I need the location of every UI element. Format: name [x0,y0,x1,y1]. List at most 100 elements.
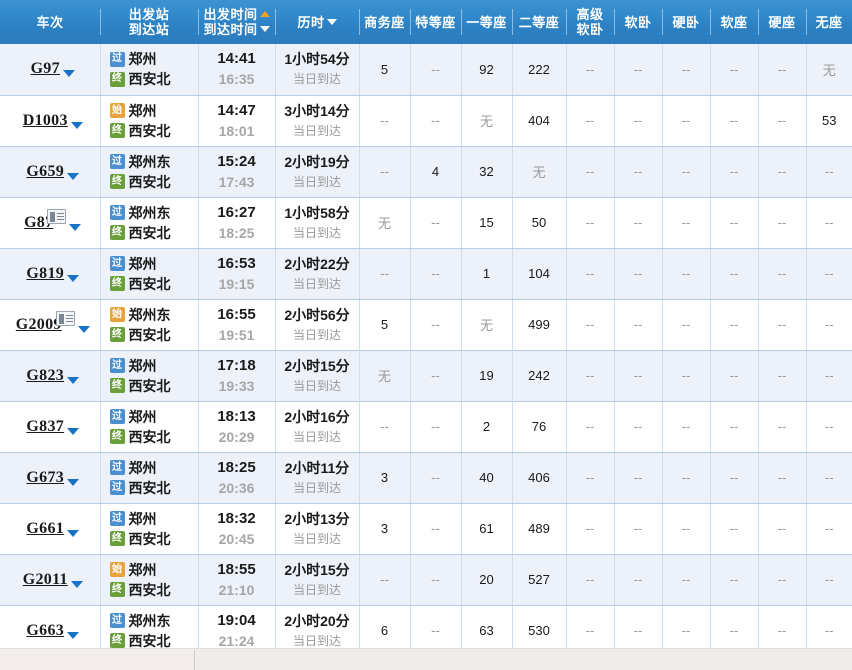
expand-caret-icon[interactable] [77,325,90,333]
table-row[interactable]: G823 过郑州终西安北 17:18 19:33 2小时15分 当日到达无 -- 19 242-… [0,350,852,402]
table-row[interactable]: G2011 始郑州终西安北 18:55 21:10 2小时15分 当日到达 -- -- 20 52… [0,554,852,606]
cell-special-seat: -- [410,44,462,96]
train-no-link[interactable]: D1003 [23,112,68,130]
cell-senior-soft-sleeper: -- [566,554,615,606]
cell-soft-seat: -- [710,299,759,351]
expand-caret-icon[interactable] [67,376,80,384]
sort-duration-icon[interactable] [326,18,337,25]
cell-second-class-seat: 104 [512,248,567,300]
arrival-day-note: 当日到达 [292,429,341,444]
sort-descending-icon[interactable] [259,26,270,32]
sort-ascending-icon[interactable] [259,11,270,17]
expand-caret-icon[interactable] [67,172,80,180]
table-row[interactable]: G87 过郑州东终西安北 16:27 18:25 1小时58分 当日到达无 -- 15 50 --… [0,197,852,249]
expand-caret-icon[interactable] [70,580,83,588]
depart-station-name: 郑州东 [128,153,171,170]
cell-hard-sleeper: -- [662,401,711,453]
cell-hard-seat: -- [758,452,807,504]
table-row[interactable]: G2009 始郑州东终西安北 16:55 19:51 2小时56分 当日到达 5 -- 无 499… [0,299,852,351]
cell-second-class-seat: 499 [512,299,567,351]
arrive-time: 20:29 [218,428,255,445]
station-line-arrive: 终西安北 [109,172,198,192]
cell-hard-seat: -- [758,44,807,96]
expand-caret-icon[interactable] [62,70,75,78]
col-header-hard-seat: 硬座 [758,0,806,44]
station-line-depart: 始郑州 [109,101,198,121]
expand-caret-icon[interactable] [67,274,80,282]
station-line-depart: 过郑州 [109,254,198,274]
cell-soft-seat: -- [710,452,759,504]
col-header-train-no[interactable]: 车次 [0,0,100,44]
cell-train-no: G661 [0,503,101,555]
duration-value: 1小时58分 [284,204,350,221]
train-no-link[interactable]: G819 [26,265,64,283]
col-header-times[interactable]: 出发时间 到达时间 [198,0,275,44]
train-no-link[interactable]: G661 [26,520,64,538]
station-line-arrive: 过西安北 [109,478,198,498]
cell-train-no: G663 [0,605,101,648]
cell-business-seat: -- [359,146,411,198]
train-no-link[interactable]: G673 [26,469,64,487]
expand-caret-icon[interactable] [67,631,80,639]
cell-senior-soft-sleeper: -- [566,401,615,453]
col-label-duration: 历时 [297,14,325,30]
table-row[interactable]: G97 过郑州终西安北 14:41 16:35 1小时54分 当日到达 5 -- 92 222 --… [0,44,852,96]
cell-business-seat: 无 [359,197,411,249]
cell-soft-sleeper: -- [614,44,663,96]
horizontal-scrollbar[interactable] [0,648,852,670]
cell-first-class-seat: 63 [461,605,513,648]
train-no-link[interactable]: G823 [26,367,64,385]
depart-time: 18:32 [217,509,256,527]
depart-time: 18:13 [217,407,256,425]
expand-caret-icon[interactable] [67,529,80,537]
arrive-time: 21:10 [218,581,255,598]
cell-no-seat: -- [806,452,852,504]
train-no-link[interactable]: G659 [26,163,64,181]
expand-caret-icon[interactable] [67,478,80,486]
depart-time: 18:55 [217,560,256,578]
cell-duration: 2小时15分 当日到达 [275,554,360,606]
col-label-arrive-time[interactable]: 到达时间 [203,22,270,37]
station-line-depart: 始郑州东 [109,305,198,325]
expand-caret-icon[interactable] [67,427,80,435]
arrive-time: 16:35 [218,71,255,88]
train-no-link[interactable]: G663 [26,622,64,640]
col-header-stations[interactable]: 出发站 到达站 [100,0,198,44]
station-line-depart: 过郑州东 [109,611,198,631]
depart-time: 16:53 [217,254,256,272]
cell-second-class-seat: 530 [512,605,567,648]
table-row[interactable]: G663 过郑州东终西安北 19:04 21:24 2小时20分 当日到达 6 -- 63 530… [0,605,852,648]
train-no-link[interactable]: G2011 [23,571,68,589]
train-no-link[interactable]: G2009 [16,316,62,334]
scrollbar-track[interactable] [196,650,852,670]
table-scroll-viewport[interactable]: 车次 出发站 到达站 出发时间 到达时间 历时 商务座 特等座 一等座 二等座 … [0,0,852,648]
cell-train-no: G837 [0,401,101,453]
cell-hard-seat: -- [758,503,807,555]
col-label-depart-time[interactable]: 出发时间 [203,7,270,22]
expand-caret-icon[interactable] [69,223,82,231]
station-type-pass-icon: 过 [109,480,125,495]
col-header-duration[interactable]: 历时 [275,0,359,44]
expand-caret-icon[interactable] [70,121,83,129]
table-row[interactable]: G837 过郑州终西安北 18:13 20:29 2小时16分 当日到达 -- -- 2 76 --… [0,401,852,453]
arrival-day-note: 当日到达 [292,276,341,291]
depart-station-name: 郑州 [128,510,157,527]
table-row[interactable]: D1003 始郑州终西安北 14:47 18:01 3小时14分 当日到达 -- -- 无 404… [0,95,852,147]
cell-duration: 2小时20分 当日到达 [275,605,360,648]
scrollbar-thumb[interactable] [0,650,195,670]
cell-special-seat: -- [410,197,462,249]
cell-senior-soft-sleeper: -- [566,605,615,648]
cell-duration: 2小时22分 当日到达 [275,248,360,300]
depart-station-name: 郑州 [128,459,157,476]
train-no-link[interactable]: G837 [26,418,64,436]
cell-second-class-seat: 242 [512,350,567,402]
station-line-arrive: 终西安北 [109,69,198,89]
table-row[interactable]: G659 过郑州东终西安北 15:24 17:43 2小时19分 当日到达 -- 4 32 无 --… [0,146,852,198]
cell-soft-sleeper: -- [614,299,663,351]
table-row[interactable]: G661 过郑州终西安北 18:32 20:45 2小时13分 当日到达 3 -- 61 489-… [0,503,852,555]
train-no-link[interactable]: G97 [31,60,60,78]
table-row[interactable]: G673 过郑州过西安北 18:25 20:36 2小时11分 当日到达 3 -- 40 406-… [0,452,852,504]
table-row[interactable]: G819 过郑州终西安北 16:53 19:15 2小时22分 当日到达 -- -- 1 104-… [0,248,852,300]
cell-duration: 2小时11分 当日到达 [275,452,360,504]
station-type-end-icon: 终 [109,225,125,240]
